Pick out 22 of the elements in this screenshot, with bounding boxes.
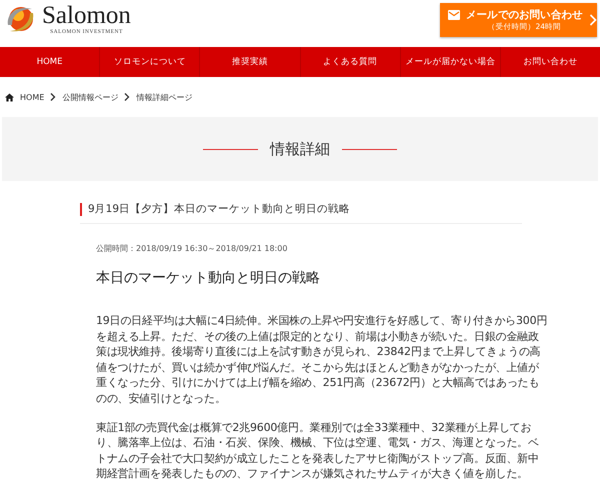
breadcrumb-link[interactable]: 情報詳細ページ	[136, 92, 192, 102]
page-title: 情報詳細	[270, 140, 330, 158]
breadcrumb-link[interactable]: 公開情報ページ	[62, 92, 118, 102]
publish-time: 公開時間：2018/09/19 16:30～2018/09/21 18:00	[96, 243, 288, 254]
nav-item[interactable]: ソロモンについて	[99, 47, 200, 77]
nav-item[interactable]: よくある質問	[300, 47, 400, 77]
logo-name: Salomon	[42, 3, 131, 29]
chevron-icon	[50, 93, 56, 101]
article-title: 9月19日【夕方】本日のマーケット動向と明日の戦略	[80, 203, 522, 216]
mail-icon	[448, 10, 460, 20]
contact-label: メールでのお問い合わせ	[466, 8, 583, 22]
breadcrumb-link[interactable]: HOME	[20, 92, 44, 102]
paragraph: 19日の日経平均は大幅に4日続伸。米国株の上昇や円安進行を好感して、寄り付きから300円を超える上昇。ただ、その後の上値は限定的となり、前場は小動きが続いた。日銀の金融政策は現状維持。後場寄り直後には上を試す動きが見られ、23842円まで上昇してきょうの高値をつけたが、買いは続かず伸び悩んだ。そこから先はほとんど動きがなかったが、上値が重くなった分、引けにかけては上げ幅を縮め、251円高（23672円）と大幅高ではあったものの、安値引けとなった。	[96, 313, 548, 407]
nav-item[interactable]: お問い合わせ	[500, 47, 600, 77]
article-heading: 本日のマーケット動向と明日の戦略	[96, 269, 321, 287]
chevron-icon	[588, 14, 597, 26]
chevron-icon	[124, 93, 130, 101]
nav-item[interactable]: HOME	[0, 47, 100, 77]
paragraph: 東証1部の売買代金は概算で2兆9600億円。業種別では全33業種中、32業種が上昇しており、騰落率上位は、石油・石炭、保険、機械、下位は空運、電気・ガス、海運となった。ベトナムの子会社で大口契約が成立したことを発表したアサヒ衛陶がストップ高。反面、新中期経営計画を発表したものの、ファイナンスが嫌気されたサムティが大きく値を崩した。	[96, 420, 540, 482]
nav-item[interactable]: メールが届かない場合	[400, 47, 500, 77]
nav-item[interactable]: 推奨実績	[199, 47, 300, 77]
home-icon	[5, 92, 14, 102]
